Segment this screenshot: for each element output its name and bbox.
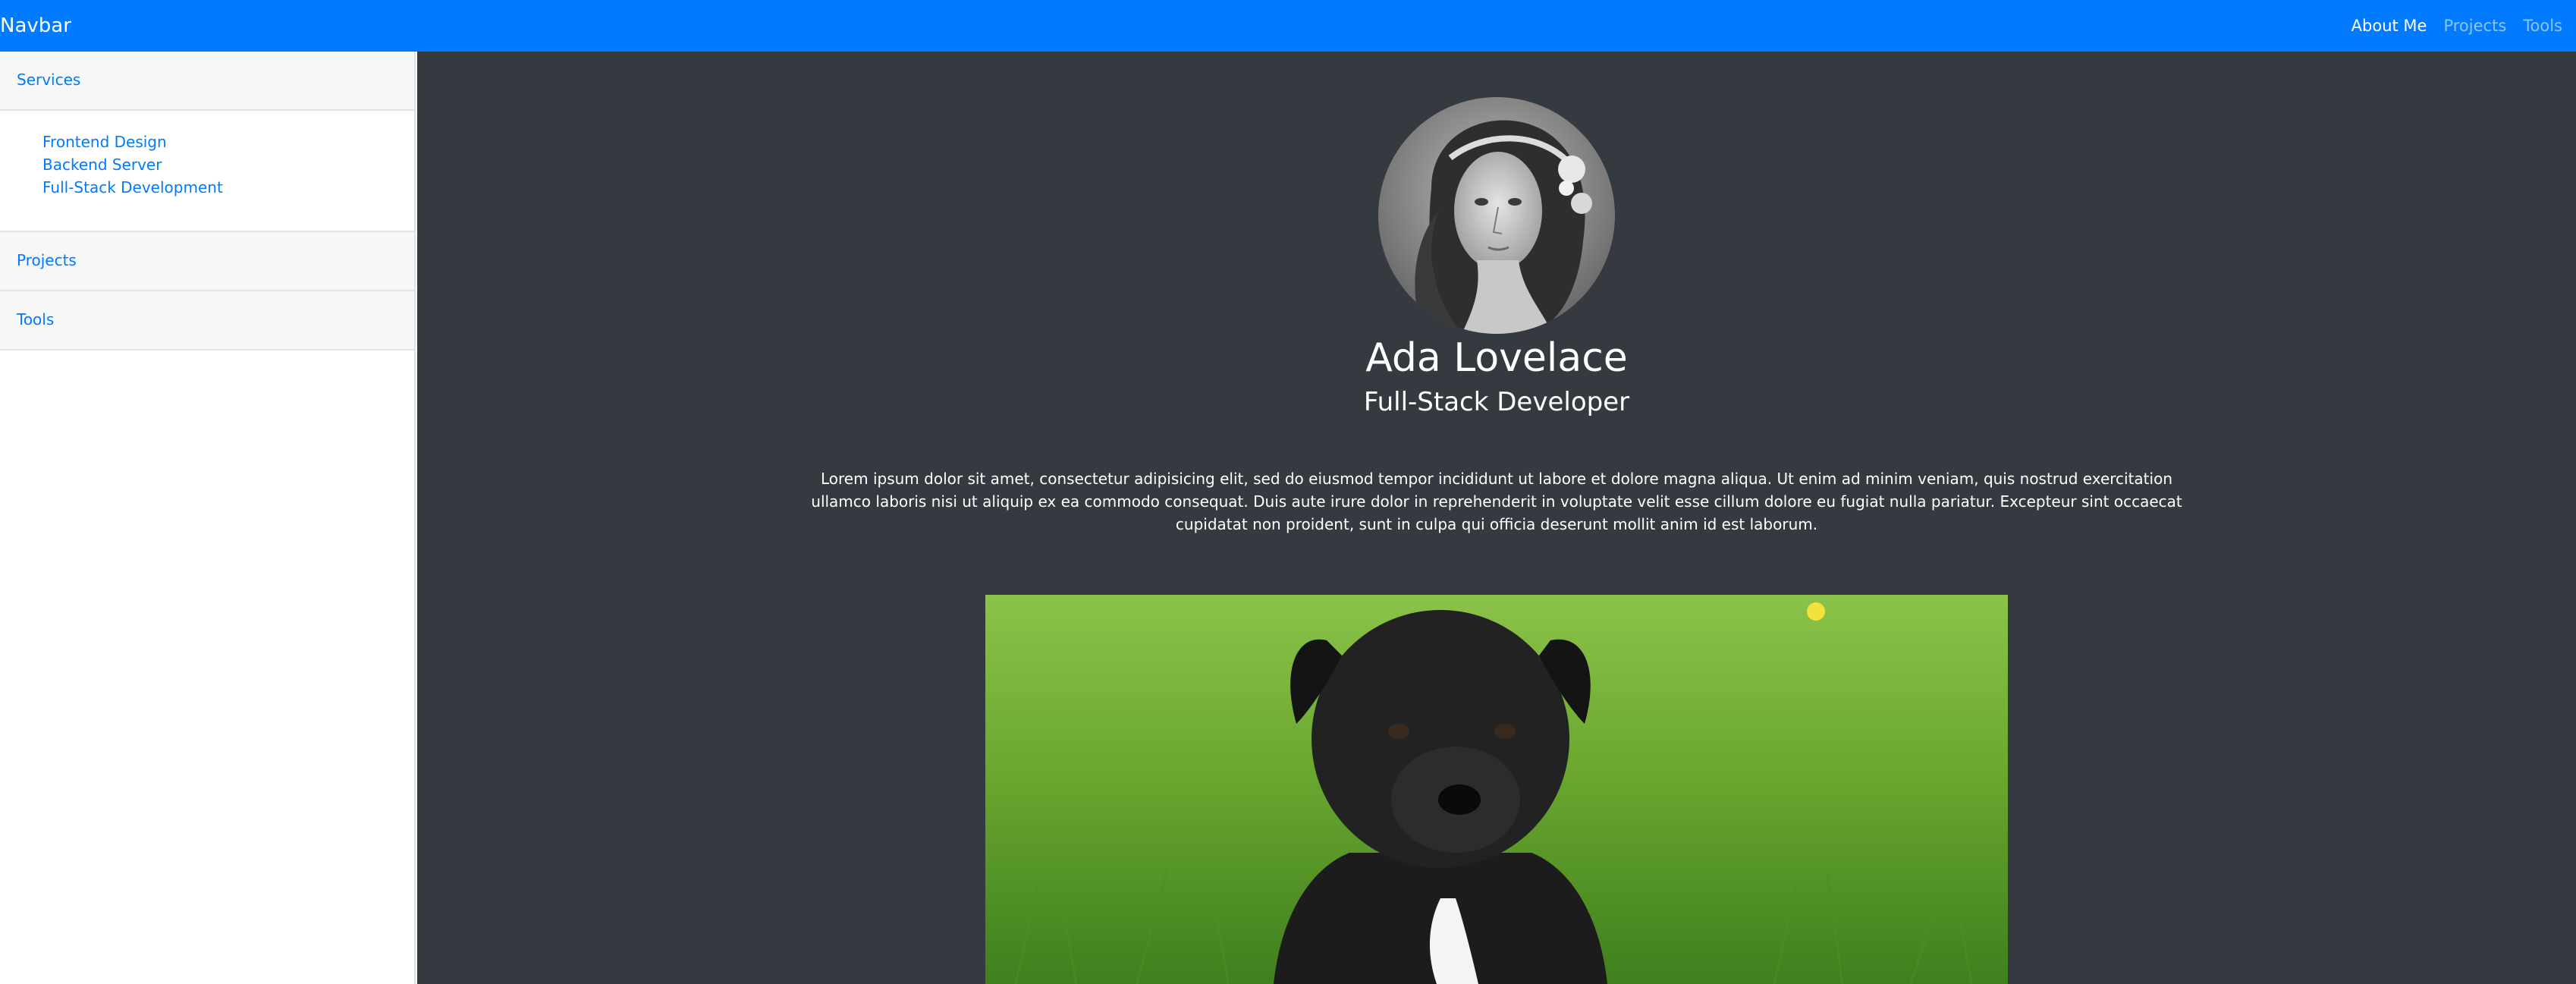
sidebar-header-services-label[interactable]: Services <box>17 70 80 90</box>
nav-link-tools[interactable]: Tools <box>2523 15 2562 36</box>
sidebar: Services Frontend Design Backend Server … <box>0 52 416 984</box>
profile-bio: Lorem ipsum dolor sit amet, consectetur … <box>811 470 2182 533</box>
sidebar-link-frontend-design[interactable]: Frontend Design <box>42 130 414 153</box>
sidebar-services-list: Frontend Design Backend Server Full-Stac… <box>0 111 414 232</box>
portrait-image <box>1378 97 1615 334</box>
profile-name: Ada Lovelace <box>1365 335 1628 381</box>
sidebar-header-tools-label[interactable]: Tools <box>17 310 54 329</box>
sidebar-header-services[interactable]: Services <box>0 52 414 111</box>
main-content: Ada Lovelace Full-Stack Developer Lorem … <box>417 52 2576 984</box>
navbar-links: About Me Projects Tools <box>2351 15 2562 36</box>
sidebar-header-projects-label[interactable]: Projects <box>17 250 77 270</box>
profile-avatar <box>1378 97 1615 334</box>
sidebar-link-backend-server[interactable]: Backend Server <box>42 153 414 176</box>
top-navbar: Navbar About Me Projects Tools <box>0 0 2576 52</box>
navbar-brand[interactable]: Navbar <box>0 14 71 38</box>
profile-role: Full-Stack Developer <box>1363 387 1630 417</box>
puppy-photo <box>985 595 2008 984</box>
sidebar-header-projects[interactable]: Projects <box>0 232 414 291</box>
nav-link-projects[interactable]: Projects <box>2443 15 2506 36</box>
sidebar-link-full-stack-development[interactable]: Full-Stack Development <box>42 176 414 199</box>
puppy-image <box>985 595 2008 984</box>
nav-link-about-me[interactable]: About Me <box>2351 15 2427 36</box>
sidebar-header-tools[interactable]: Tools <box>0 291 414 351</box>
